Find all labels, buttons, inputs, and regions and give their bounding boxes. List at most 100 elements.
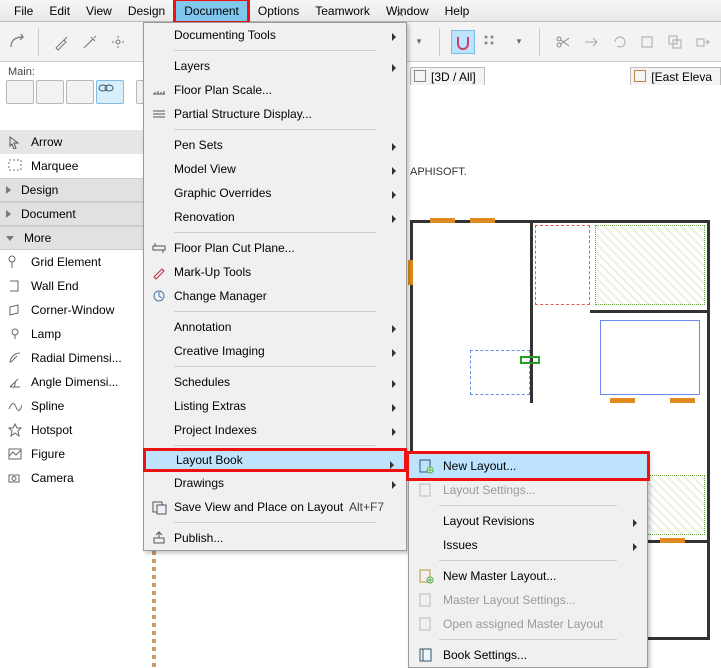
mtool-link-icon[interactable]: [96, 80, 124, 104]
mi-graphic-overrides[interactable]: Graphic Overrides: [144, 181, 406, 205]
menu-options[interactable]: Options: [250, 1, 307, 21]
tool-spline[interactable]: Spline: [0, 394, 150, 418]
mi-schedules[interactable]: Schedules: [144, 370, 406, 394]
tool-wall-end[interactable]: Wall End: [0, 274, 150, 298]
mi-layout-book[interactable]: Layout Book: [143, 448, 407, 472]
smi-book-settings[interactable]: Book Settings...: [409, 643, 647, 667]
mi-publish[interactable]: Publish...: [144, 526, 406, 550]
mtool-1-icon[interactable]: [6, 80, 34, 104]
hotspot-icon: [7, 422, 23, 438]
smi-label: Open assigned Master Layout: [443, 617, 639, 631]
tool-camera[interactable]: Camera: [0, 466, 150, 490]
tool-label: Spline: [31, 399, 64, 413]
tool-label: Figure: [31, 447, 65, 461]
picker-icon[interactable]: [106, 30, 130, 54]
mi-label: Schedules: [174, 375, 398, 389]
menu-document[interactable]: Document: [173, 0, 250, 24]
submenu-arrow-icon: [392, 33, 396, 41]
move-icon[interactable]: [691, 30, 715, 54]
tool-angle-dim[interactable]: Angle Dimensi...: [0, 370, 150, 394]
smi-issues[interactable]: Issues: [409, 533, 647, 557]
submenu-arrow-icon: [392, 215, 396, 223]
mi-save-view[interactable]: Save View and Place on LayoutAlt+F7: [144, 495, 406, 519]
tool-arrow[interactable]: Arrow: [0, 130, 150, 154]
mi-floor-plan-scale[interactable]: Floor Plan Scale...: [144, 78, 406, 102]
mi-creative-imaging[interactable]: Creative Imaging: [144, 339, 406, 363]
menu-design[interactable]: Design: [120, 1, 173, 21]
mi-layers[interactable]: Layers: [144, 54, 406, 78]
smi-layout-revisions[interactable]: Layout Revisions: [409, 509, 647, 533]
mi-annotation[interactable]: Annotation: [144, 315, 406, 339]
mi-renovation[interactable]: Renovation: [144, 205, 406, 229]
smi-new-layout[interactable]: New Layout...: [409, 454, 647, 478]
smi-label: Master Layout Settings...: [443, 593, 639, 607]
mi-label: Floor Plan Scale...: [174, 83, 398, 97]
mi-project-indexes[interactable]: Project Indexes: [144, 418, 406, 442]
eyedropper-icon[interactable]: [50, 30, 74, 54]
tool-corner-window[interactable]: Corner-Window: [0, 298, 150, 322]
chevron-down-icon[interactable]: ▾: [517, 36, 522, 47]
menu-file[interactable]: File: [6, 1, 41, 21]
menu-view[interactable]: View: [78, 1, 120, 21]
tool-label: Hotspot: [31, 423, 72, 437]
chevron-down-icon[interactable]: ▾: [417, 36, 422, 47]
menu-help[interactable]: Help: [437, 1, 478, 21]
close-icon[interactable]: ×: [396, 5, 404, 21]
cube-icon: [414, 70, 426, 82]
tool-marquee[interactable]: Marquee: [0, 154, 150, 178]
snap-magnet-icon[interactable]: [451, 30, 475, 54]
mi-drawings[interactable]: Drawings: [144, 471, 406, 495]
mi-accel: Alt+F7: [349, 500, 384, 514]
mi-label: Graphic Overrides: [174, 186, 398, 200]
mi-label: Listing Extras: [174, 399, 398, 413]
mi-model-view[interactable]: Model View: [144, 157, 406, 181]
tool-radial-dim[interactable]: Radial Dimensi...: [0, 346, 150, 370]
mi-floor-plan-cut[interactable]: Floor Plan Cut Plane...: [144, 236, 406, 260]
menu-teamwork[interactable]: Teamwork: [307, 1, 378, 21]
tool-lamp[interactable]: Lamp: [0, 322, 150, 346]
offset-icon[interactable]: [663, 30, 687, 54]
tool-label: Marquee: [31, 159, 78, 173]
submenu-arrow-icon: [392, 349, 396, 357]
rotate-icon[interactable]: [607, 30, 631, 54]
mtool-2-icon[interactable]: [36, 80, 64, 104]
submenu-arrow-icon: [392, 325, 396, 333]
tab-east-elev[interactable]: [East Eleva: [630, 67, 721, 85]
tool-figure[interactable]: Figure: [0, 442, 150, 466]
cat-document[interactable]: Document: [0, 202, 150, 226]
cat-design[interactable]: Design: [0, 178, 150, 202]
scissors-icon[interactable]: [551, 30, 575, 54]
mi-partial-structure[interactable]: Partial Structure Display...: [144, 102, 406, 126]
mi-listing-extras[interactable]: Listing Extras: [144, 394, 406, 418]
snap-grid-icon[interactable]: [479, 30, 503, 54]
mtool-3-icon[interactable]: [66, 80, 94, 104]
master-settings-icon: [415, 591, 437, 609]
book-settings-icon: [415, 646, 437, 664]
cat-more[interactable]: More: [0, 226, 150, 250]
tool-hotspot[interactable]: Hotspot: [0, 418, 150, 442]
mi-documenting-tools[interactable]: Documenting Tools: [144, 23, 406, 47]
smi-new-master[interactable]: New Master Layout...: [409, 564, 647, 588]
cutplane-icon: [150, 239, 168, 257]
menu-edit[interactable]: Edit: [41, 1, 78, 21]
adjust-icon[interactable]: [579, 30, 603, 54]
submenu-arrow-icon: [392, 143, 396, 151]
marquee-icon: [7, 158, 23, 174]
mi-label: Mark-Up Tools: [174, 265, 398, 279]
mi-label: Change Manager: [174, 289, 398, 303]
change-icon: [150, 287, 168, 305]
tab-3d[interactable]: [3D / All]: [410, 67, 485, 85]
smi-label: Issues: [443, 538, 639, 552]
smi-open-master: Open assigned Master Layout: [409, 612, 647, 636]
tool-grid-element[interactable]: Grid Element: [0, 250, 150, 274]
grid-icon: [7, 254, 23, 270]
syringe-icon[interactable]: [78, 30, 102, 54]
mi-pen-sets[interactable]: Pen Sets: [144, 133, 406, 157]
watermark-text: APHISOFT.: [410, 166, 467, 178]
menu-window[interactable]: Window: [378, 1, 437, 21]
mi-change-manager[interactable]: Change Manager: [144, 284, 406, 308]
mi-markup-tools[interactable]: Mark-Up Tools: [144, 260, 406, 284]
square-icon[interactable]: [635, 30, 659, 54]
camera-icon: [7, 470, 23, 486]
undo-curve-icon[interactable]: [6, 30, 30, 54]
